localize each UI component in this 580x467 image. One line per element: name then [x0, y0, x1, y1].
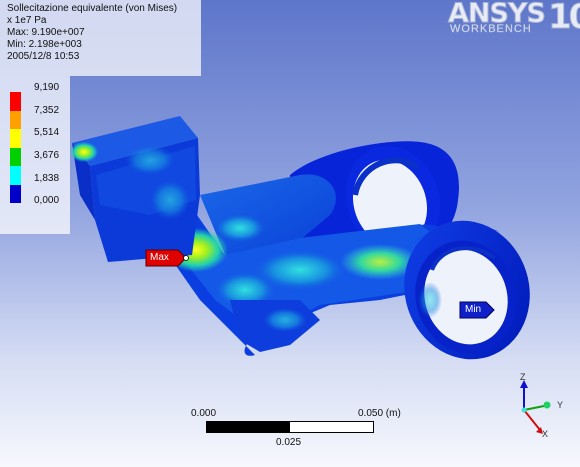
legend-swatch-orange	[10, 110, 21, 129]
scale-mid: 0.025	[276, 437, 302, 448]
result-title: Sollecitazione equivalente (von Mises)	[7, 3, 178, 14]
result-min: Min: 2.198e+003	[7, 39, 82, 50]
scale-start: 0.000	[191, 408, 217, 419]
legend-swatch-cyan	[10, 166, 21, 185]
triad-x-label: X	[542, 429, 549, 439]
legend-level-3: 3,676	[34, 150, 60, 161]
graphics-viewport[interactable]: Sollecitazione equivalente (von Mises) x…	[0, 0, 580, 467]
color-legend[interactable]: 9,190 7,352 5,514 3,676 1,838 0,000	[0, 76, 70, 234]
legend-swatch-yellow	[10, 129, 21, 148]
legend-level-5: 0,000	[34, 195, 60, 206]
result-max: Max: 9.190e+007	[7, 27, 85, 38]
triad-y-label: Y	[557, 400, 564, 410]
legend-level-0: 9,190	[34, 82, 60, 93]
legend-swatch-green	[10, 147, 21, 166]
scale-end: 0.050 (m)	[358, 408, 401, 419]
max-probe-label: Max	[150, 252, 169, 263]
ansys-logo: ANSYS 10.0 WORKBENCH	[448, 0, 580, 44]
legend-swatch-red	[10, 92, 21, 111]
triad-z-label: Z	[520, 372, 526, 382]
result-units: x 1e7 Pa	[7, 15, 47, 26]
legend-level-2: 5,514	[34, 127, 60, 138]
logo-version: 10.0	[548, 0, 580, 38]
legend-level-4: 1,838	[34, 173, 60, 184]
result-timestamp: 2005/12/8 10:53	[7, 51, 80, 62]
min-probe-label: Min	[465, 304, 482, 315]
coordinate-triad[interactable]	[520, 380, 551, 434]
logo-product: WORKBENCH	[450, 23, 532, 35]
legend-level-1: 7,352	[34, 105, 60, 116]
scale-bar-black-half	[206, 421, 290, 433]
legend-swatch-blue	[10, 184, 21, 203]
mounting-block	[70, 116, 200, 262]
result-info-panel: Sollecitazione equivalente (von Mises) x…	[0, 0, 201, 76]
